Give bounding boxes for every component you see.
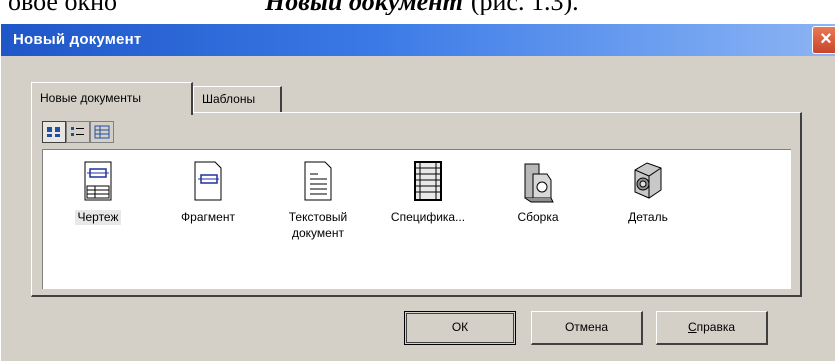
help-button-mnemonic: С <box>687 320 697 334</box>
text-document-icon <box>304 161 332 201</box>
small-icons-view-icon <box>71 127 84 136</box>
close-button[interactable]: × <box>812 26 835 54</box>
document-type-list: Чертеж Фрагмент Текстовый документ Специ… <box>42 149 791 289</box>
document-item-label: Сборка <box>517 210 559 224</box>
document-item-assembly[interactable]: Сборка <box>483 160 593 225</box>
document-item-part[interactable]: Деталь <box>593 160 703 225</box>
document-item-label: Чертеж <box>75 210 121 225</box>
large-icons-view-button[interactable] <box>42 121 66 143</box>
tab-new-documents[interactable]: Новые документы <box>31 82 193 115</box>
details-view-icon <box>94 125 110 139</box>
tab-label: Шаблоны <box>202 92 256 106</box>
dialog-title: Новый документ <box>13 31 142 48</box>
details-view-button[interactable] <box>90 121 114 143</box>
close-icon: × <box>820 28 832 50</box>
document-item-text-document[interactable]: Текстовый документ <box>263 160 373 241</box>
help-button[interactable]: Справка <box>656 311 768 345</box>
ok-button[interactable]: ОК <box>404 311 516 345</box>
document-item-label: Специфика... <box>390 210 466 224</box>
document-item-drawing[interactable]: Чертеж <box>43 160 153 226</box>
document-item-label: Фрагмент <box>181 210 235 224</box>
new-document-dialog: Новый документ × Новые документы Шаблоны <box>0 23 835 361</box>
title-bar[interactable]: Новый документ × <box>1 24 835 56</box>
caption-emphasis: Новый документ <box>265 0 463 15</box>
cancel-button-label: Отмена <box>564 320 609 334</box>
small-icons-view-button[interactable] <box>66 121 90 143</box>
tab-label: Новые документы <box>40 91 141 105</box>
tab-templates[interactable]: Шаблоны <box>193 86 282 112</box>
specification-icon <box>414 161 442 201</box>
document-item-label: Деталь <box>628 210 668 224</box>
assembly-icon <box>524 163 554 203</box>
caption-prefix: овое окно <box>8 0 118 15</box>
caption-suffix: (рис. 1.3). <box>470 0 579 15</box>
document-item-label-line2: документ <box>292 226 344 240</box>
document-item-fragment[interactable]: Фрагмент <box>153 160 263 225</box>
help-button-label: правка <box>696 320 736 334</box>
part-icon <box>634 162 662 199</box>
tab-panel: Чертеж Фрагмент Текстовый документ Специ… <box>31 112 802 297</box>
large-icons-view-icon <box>47 127 60 137</box>
drawing-icon <box>84 161 112 201</box>
cancel-button[interactable]: Отмена <box>531 311 643 345</box>
fragment-icon <box>194 161 222 201</box>
ok-button-label: ОК <box>451 320 469 334</box>
page-caption: овое окно Новый документ (рис. 1.3). <box>0 0 835 15</box>
document-item-label: Текстовый <box>288 210 348 224</box>
document-item-specification[interactable]: Специфика... <box>373 160 483 225</box>
